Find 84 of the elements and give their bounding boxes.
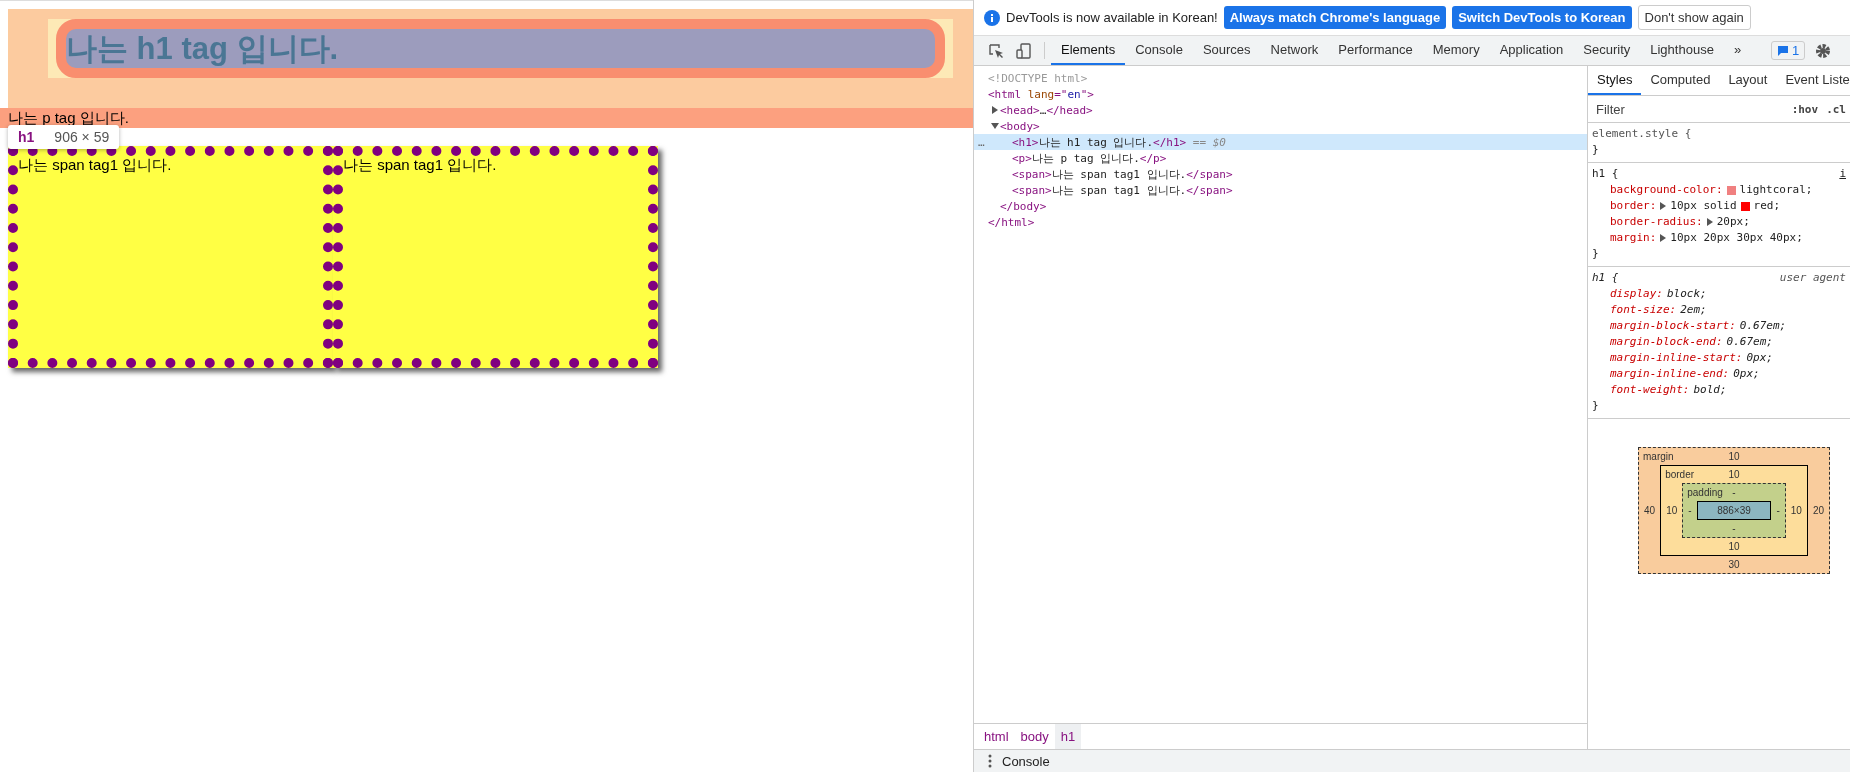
tooltip-tag: h1 (18, 129, 35, 145)
dom-node[interactable]: <html lang="en"> (988, 87, 1094, 101)
padding-value: - (1775, 504, 1781, 518)
dom-node[interactable]: <span>나는 span tag1 입니다.</span> (1012, 182, 1233, 198)
css-property: border: (1610, 198, 1657, 214)
issues-badge[interactable]: 1 (1771, 41, 1806, 60)
css-selector: h1 { (1592, 270, 1619, 286)
css-value: 10px 20px 30px 40px; (1670, 230, 1803, 246)
css-property: display: (1610, 286, 1663, 302)
padding-value: - (1687, 504, 1693, 518)
styles-tab[interactable]: Event Liste (1776, 66, 1850, 95)
css-property: margin-block-end: (1610, 334, 1723, 350)
devtools-tab[interactable]: Security (1573, 36, 1641, 65)
page-heading: 나는 h1 tag 입니다. (56, 19, 945, 78)
css-property: font-weight: (1610, 382, 1690, 398)
drawer-tab[interactable]: Console (1002, 753, 1050, 769)
infobar-message: DevTools is now available in Korean! (1006, 10, 1218, 25)
css-value: 0.67em; (1726, 334, 1773, 350)
css-value: 0.67em; (1739, 318, 1787, 334)
css-property: margin: (1610, 230, 1657, 246)
css-property: margin-inline-start: (1610, 350, 1743, 366)
border-value: 10 (1665, 504, 1679, 518)
span-box: 나는 span tag1 입니다. (8, 146, 333, 368)
css-property: margin-inline-end: (1610, 366, 1730, 382)
css-value: red; (1753, 198, 1781, 214)
box-model-content: 886×39 (1696, 501, 1772, 520)
box-model-padding: padding - - 886×39 - - (1682, 483, 1786, 538)
infobar-button[interactable]: Switch DevTools to Korean (1452, 6, 1632, 29)
css-value: 2em; (1680, 302, 1707, 318)
css-value: 0px; (1733, 366, 1760, 382)
more-tabs-button[interactable]: » (1723, 36, 1752, 65)
css-property: border-radius: (1610, 214, 1703, 230)
css-value: 0px; (1746, 350, 1773, 366)
css-value: 20px; (1716, 214, 1750, 230)
source-link[interactable]: i (1839, 166, 1846, 182)
devtools-tab[interactable]: Elements (1051, 36, 1126, 65)
dom-node[interactable]: <body> (1000, 119, 1040, 133)
margin-value: 20 (1811, 504, 1825, 518)
css-value: lightcoral; (1739, 182, 1813, 198)
css-property: margin-block-start: (1610, 318, 1736, 334)
infobar-button[interactable]: Always match Chrome's language (1223, 6, 1447, 29)
class-toggle[interactable]: .cl (1826, 102, 1846, 116)
breadcrumb[interactable]: body (1014, 724, 1055, 749)
css-property: font-size: (1610, 302, 1677, 318)
devtools-tab[interactable]: Network (1260, 36, 1329, 65)
margin-value: 40 (1643, 504, 1657, 518)
box-model-margin: margin 10 40 border 10 10 padding - - 886×39 - - 10 10 20 30 (1638, 447, 1830, 574)
devtools-tab[interactable]: Sources (1192, 36, 1261, 65)
styles-tab[interactable]: Layout (1719, 66, 1777, 95)
devtools-tab[interactable]: Application (1489, 36, 1574, 65)
row-menu-dots[interactable]: … (978, 135, 985, 149)
tooltip-size: 906 × 59 (54, 129, 110, 145)
breadcrumb[interactable]: html (978, 724, 1015, 749)
dom-node[interactable]: </html> (988, 215, 1035, 229)
devtools-tab[interactable]: Memory (1422, 36, 1490, 65)
devtools-tab[interactable]: Console (1125, 36, 1193, 65)
styles-tab[interactable]: Styles (1588, 66, 1642, 95)
closing-brace: } (1592, 143, 1599, 156)
css-value: bold; (1693, 382, 1727, 398)
css-selector: element.style { (1592, 126, 1692, 142)
devtools-tab[interactable]: Lighthouse (1640, 36, 1724, 65)
css-property: background-color: (1610, 182, 1723, 198)
hov-toggle[interactable]: :hov (1791, 102, 1819, 116)
css-value: 10px solid (1670, 198, 1737, 214)
dom-node[interactable]: <p>나는 p tag 입니다.</p> (1012, 150, 1167, 166)
box-model-border: border 10 10 padding - - 886×39 - - 10 10 (1660, 465, 1808, 556)
closing-brace: } (1592, 399, 1599, 412)
devtools-tab[interactable]: Performance (1328, 36, 1423, 65)
rule-origin: user agent (1779, 270, 1846, 286)
margin-value: 30 (1727, 558, 1741, 572)
span-box: 나는 span tag1 입니다. (333, 146, 658, 368)
border-value: 10 (1727, 540, 1741, 554)
dom-node[interactable]: <head>…</head> (1000, 103, 1093, 117)
css-selector: h1 { (1592, 166, 1619, 182)
dom-node[interactable]: <h1>나는 h1 tag 입니다.</h1> == $0 (1012, 134, 1226, 150)
closing-brace: } (1592, 247, 1599, 260)
css-value: block; (1667, 286, 1707, 302)
dom-node[interactable]: <span>나는 span tag1 입니다.</span> (1012, 166, 1233, 182)
padding-value: - (1731, 522, 1737, 536)
breadcrumb[interactable]: h1 (1054, 724, 1082, 749)
border-value: 10 (1789, 504, 1803, 518)
styles-tab[interactable]: Computed (1641, 66, 1720, 95)
dom-node[interactable]: </body> (1000, 199, 1047, 213)
infobar-button[interactable]: Don't show again (1637, 5, 1751, 30)
